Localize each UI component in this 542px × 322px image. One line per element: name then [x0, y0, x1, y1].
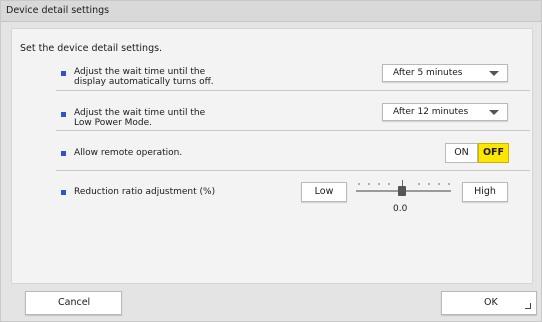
title-bar: Device detail settings — [1, 1, 541, 22]
chevron-down-icon — [489, 110, 499, 115]
bullet-icon — [61, 151, 66, 156]
remote-label: Allow remote operation. — [74, 148, 183, 158]
high-button[interactable]: High — [462, 182, 508, 202]
reduction-label: Reduction ratio adjustment (%) — [74, 187, 216, 197]
divider — [56, 90, 530, 91]
low-power-value: After 12 minutes — [393, 107, 469, 117]
display-off-label-line2: display automatically turns off. — [74, 77, 214, 87]
ok-button[interactable]: OK — [441, 291, 537, 315]
display-off-value: After 5 minutes — [393, 68, 463, 78]
low-power-label-line1: Adjust the wait time until the — [74, 108, 206, 118]
bullet-icon — [61, 190, 66, 195]
display-off-label: Adjust the wait time until the display a… — [74, 67, 214, 87]
cancel-label: Cancel — [58, 297, 91, 308]
divider — [56, 130, 530, 131]
display-off-label-line1: Adjust the wait time until the — [74, 67, 206, 77]
remote-on-button[interactable]: ON — [445, 143, 478, 163]
low-power-label-line2: Low Power Mode. — [74, 118, 153, 128]
remote-off-button[interactable]: OFF — [478, 143, 509, 163]
bullet-icon — [61, 71, 66, 76]
divider — [56, 170, 530, 171]
bullet-icon — [61, 112, 66, 117]
dialog-window: Device detail settings Set the device de… — [0, 0, 542, 322]
settings-panel: Set the device detail settings. Adjust t… — [11, 28, 533, 284]
cancel-button[interactable]: Cancel — [25, 291, 122, 315]
low-power-label: Adjust the wait time until the Low Power… — [74, 108, 205, 128]
display-off-dropdown[interactable]: After 5 minutes — [382, 64, 508, 82]
dialog-title: Device detail settings — [6, 5, 110, 16]
low-power-dropdown[interactable]: After 12 minutes — [382, 103, 508, 121]
intro-text: Set the device detail settings. — [20, 43, 163, 54]
ok-label: OK — [484, 297, 498, 308]
enter-corner-icon — [525, 303, 531, 309]
chevron-down-icon — [489, 71, 499, 76]
reduction-value: 0.0 — [393, 204, 408, 214]
reduction-slider-handle[interactable] — [398, 186, 406, 196]
low-button[interactable]: Low — [301, 182, 347, 202]
